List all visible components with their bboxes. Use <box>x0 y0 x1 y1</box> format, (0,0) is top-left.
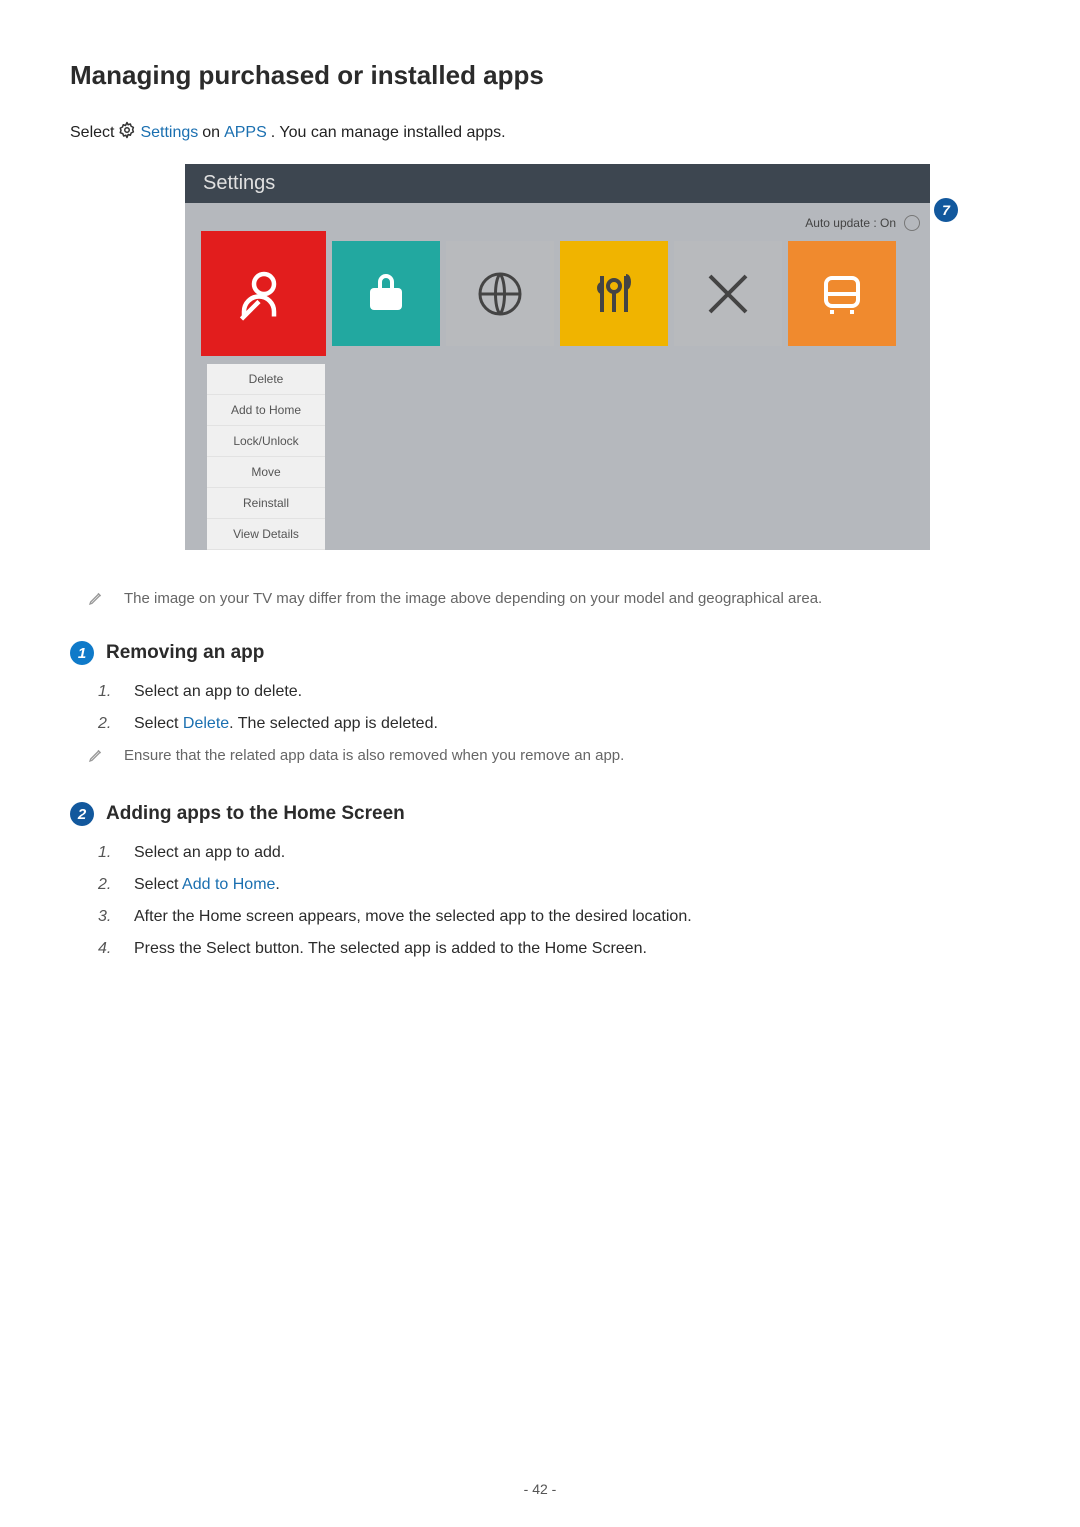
app-tile-2[interactable] <box>332 241 440 346</box>
app-tile-5[interactable] <box>674 241 782 346</box>
step-num: 1. <box>98 683 116 701</box>
callout-7: 7 <box>934 198 958 222</box>
gear-icon <box>118 121 136 144</box>
intro-line: Select Settings on APPS. You can manage … <box>70 121 1010 144</box>
section-1-title: Removing an app <box>106 642 264 664</box>
step-num: 4. <box>98 940 116 958</box>
section-2-head: 2 Adding apps to the Home Screen <box>70 802 1010 826</box>
section-2-badge: 2 <box>70 802 94 826</box>
step-num: 3. <box>98 908 116 926</box>
step: 4. Press the Select button. The selected… <box>98 940 1010 958</box>
step-text: After the Home screen appears, move the … <box>134 908 692 926</box>
context-menu: Delete Add to Home Lock/Unlock Move Rein… <box>207 364 325 550</box>
section-1-head: 1 Removing an app <box>70 641 1010 665</box>
step: 3. After the Home screen appears, move t… <box>98 908 1010 926</box>
page-title: Managing purchased or installed apps <box>70 60 1010 91</box>
step-num: 1. <box>98 844 116 862</box>
section-1-steps: 1. Select an app to delete. 2. Select De… <box>98 683 1010 733</box>
step-text: Select Delete. The selected app is delet… <box>134 715 438 733</box>
note-sub: Ensure that the related app data is also… <box>88 747 1010 768</box>
app-tile-1[interactable] <box>201 231 326 356</box>
section-1-badge: 1 <box>70 641 94 665</box>
menu-reinstall[interactable]: Reinstall <box>207 488 325 519</box>
step-text: Select Add to Home. <box>134 876 280 894</box>
settings-screenshot: Settings Auto update : On 7 <box>185 164 930 550</box>
auto-update-label: Auto update : On <box>805 216 896 230</box>
page-number: - 42 - <box>0 1481 1080 1497</box>
section-2-steps: 1. Select an app to add. 2. Select Add t… <box>98 844 1010 958</box>
step-text: Press the Select button. The selected ap… <box>134 940 647 958</box>
step: 2. Select Delete. The selected app is de… <box>98 715 1010 733</box>
settings-link[interactable]: Settings <box>140 124 198 142</box>
menu-move[interactable]: Move <box>207 457 325 488</box>
intro-prefix: Select <box>70 124 114 142</box>
toggle-icon[interactable] <box>904 215 920 231</box>
apps-row <box>185 241 930 364</box>
step-text: Select an app to delete. <box>134 683 302 701</box>
pencil-icon <box>88 590 104 611</box>
menu-delete[interactable]: Delete <box>207 364 325 395</box>
add-to-home-link[interactable]: Add to Home <box>182 876 275 893</box>
note-1-text: The image on your TV may differ from the… <box>124 590 822 607</box>
step-num: 2. <box>98 876 116 894</box>
step-num: 2. <box>98 715 116 733</box>
menu-lock[interactable]: Lock/Unlock <box>207 426 325 457</box>
note-sub-text: Ensure that the related app data is also… <box>124 747 624 764</box>
delete-link[interactable]: Delete <box>183 715 229 732</box>
app-tile-4[interactable] <box>560 241 668 346</box>
menu-view-details[interactable]: View Details <box>207 519 325 550</box>
intro-suffix: . You can manage installed apps. <box>271 124 506 142</box>
apps-link[interactable]: APPS <box>224 124 267 142</box>
section-2-title: Adding apps to the Home Screen <box>106 803 405 825</box>
step: 1. Select an app to add. <box>98 844 1010 862</box>
app-tile-3[interactable] <box>446 241 554 346</box>
screenshot-header: Settings <box>185 164 930 203</box>
pencil-icon <box>88 747 104 768</box>
intro-on: on <box>202 124 220 142</box>
note-1: The image on your TV may differ from the… <box>88 590 1010 611</box>
step-text: Select an app to add. <box>134 844 285 862</box>
menu-add-home[interactable]: Add to Home <box>207 395 325 426</box>
step: 2. Select Add to Home. <box>98 876 1010 894</box>
step: 1. Select an app to delete. <box>98 683 1010 701</box>
app-tile-6[interactable] <box>788 241 896 346</box>
